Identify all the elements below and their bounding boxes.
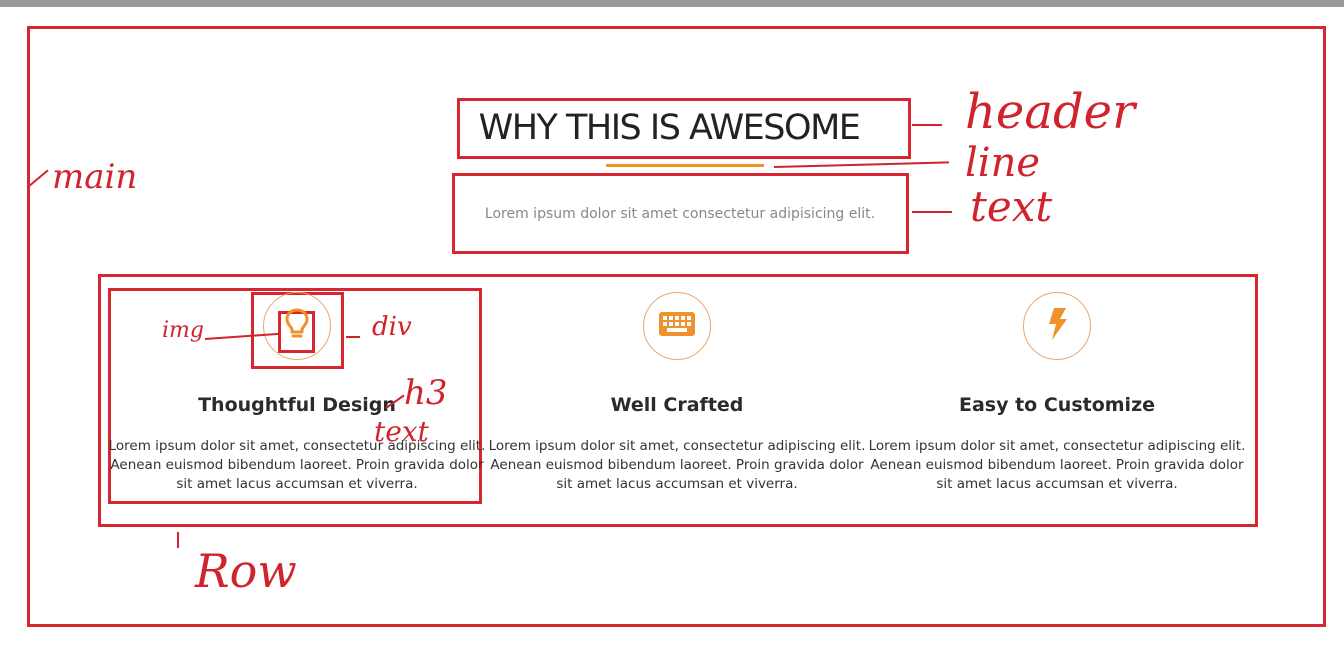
keyboard-icon (658, 311, 696, 342)
feature-icon-circle (643, 292, 711, 360)
line-annotation-label: line (965, 140, 1041, 186)
lightning-bolt-icon (1045, 307, 1069, 346)
img-annotation-label: img (162, 318, 204, 343)
row-annotation-label: Row (195, 544, 297, 598)
feature-text-annotation-label: text (374, 415, 429, 448)
feature-text: Lorem ipsum dolor sit amet, consectetur … (488, 438, 866, 492)
feature-icon-circle (263, 292, 331, 360)
h3-annotation-label: h3 (404, 373, 448, 413)
text-annotation-label: text (970, 182, 1053, 231)
header-annotation-label: header (965, 84, 1136, 140)
section-subtitle: Lorem ipsum dolor sit amet consectetur a… (484, 206, 876, 222)
section-title: WHY THIS IS AWESOME (478, 108, 861, 148)
window-top-bar (0, 0, 1344, 7)
row-pointer-line (177, 532, 179, 548)
feature-title: Well Crafted (610, 394, 744, 416)
feature-icon-circle (1023, 292, 1091, 360)
feature-text: Lorem ipsum dolor sit amet, consectetur … (108, 438, 486, 492)
lightbulb-icon (284, 307, 310, 346)
div-pointer-line (346, 336, 360, 338)
title-underline (606, 164, 764, 167)
div-annotation-label: div (372, 312, 412, 342)
header-pointer-line (912, 124, 942, 126)
text-pointer-line (912, 211, 952, 213)
feature-title: Easy to Customize (958, 394, 1156, 416)
main-annotation-label: main (52, 157, 138, 197)
feature-text: Lorem ipsum dolor sit amet, consectetur … (868, 438, 1246, 492)
